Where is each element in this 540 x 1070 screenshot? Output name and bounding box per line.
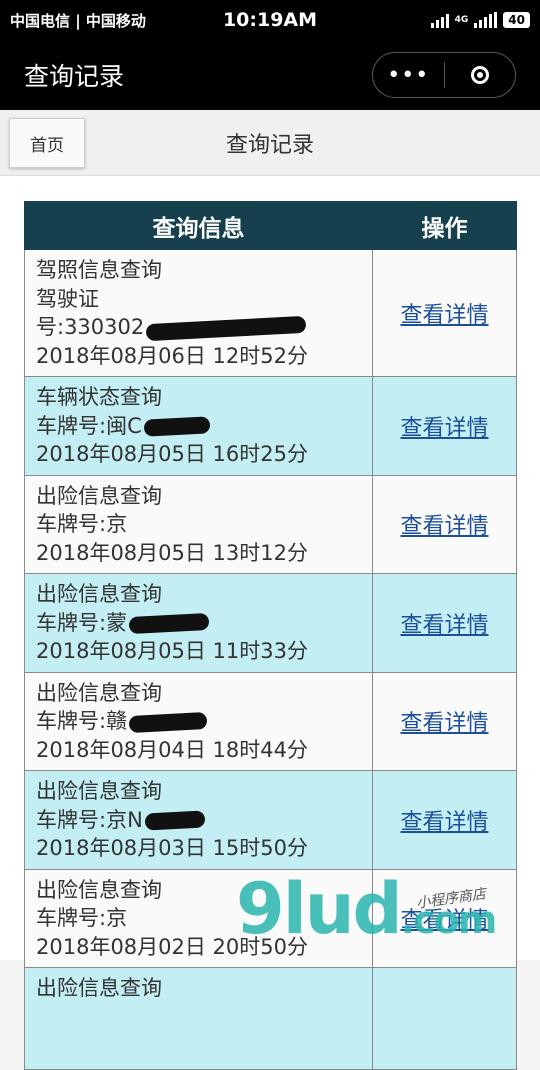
signal-icon-2: [474, 12, 498, 28]
query-type: 驾照信息查询: [36, 258, 162, 282]
page-header: 首页 查询记录: [0, 110, 540, 176]
query-time: 2018年08月05日 16时25分: [36, 442, 309, 466]
query-type: 出险信息查询: [36, 976, 162, 1000]
query-subject: 车牌号:赣: [36, 707, 362, 736]
table-row: 出险信息查询 车牌号:京N 2018年08月03日 15时50分 查看详情: [24, 770, 517, 870]
query-time: 2018年08月05日 11时33分: [36, 639, 309, 663]
redaction-scribble: [128, 612, 210, 635]
view-details-link[interactable]: 查看详情: [400, 514, 488, 539]
query-type: 车辆状态查询: [36, 385, 162, 409]
nav-bar: 查询记录 •••: [0, 40, 540, 110]
status-icons: 4G 40: [430, 12, 530, 28]
ellipsis-icon[interactable]: •••: [373, 63, 444, 88]
query-info-cell: 出险信息查询: [24, 967, 373, 1070]
action-cell: [372, 967, 517, 1070]
content-area: 查询信息 操作 驾照信息查询 驾驶证 号:330302 2018年08月06日 …: [0, 176, 540, 1070]
table-row: 车辆状态查询 车牌号:闽C 2018年08月05日 16时25分 查看详情: [24, 376, 517, 476]
view-details-link[interactable]: 查看详情: [400, 613, 488, 638]
query-time: 2018年08月05日 13时12分: [36, 540, 309, 565]
query-type: 出险信息查询: [36, 582, 162, 606]
query-subject: 车牌号:闽C: [36, 412, 362, 441]
view-details-link[interactable]: 查看详情: [400, 416, 488, 441]
status-bar: 中国电信 | 中国移动 10:19AM 4G 40: [0, 0, 540, 40]
redaction-scribble: [143, 416, 211, 437]
query-type: 出险信息查询: [36, 680, 162, 705]
query-info-cell: 驾照信息查询 驾驶证 号:330302 2018年08月06日 12时52分: [24, 249, 373, 377]
view-details-link[interactable]: 查看详情: [400, 711, 488, 736]
redaction-scribble: [128, 711, 208, 733]
signal-icon: [430, 12, 449, 28]
query-info-cell: 出险信息查询 车牌号:京 2018年08月05日 13时12分: [24, 474, 373, 574]
redaction-scribble: [145, 315, 307, 341]
column-header-info: 查询信息: [24, 201, 373, 250]
query-info-cell: 出险信息查询 车牌号:赣 2018年08月04日 18时44分: [24, 671, 373, 771]
nav-title: 查询记录: [24, 62, 125, 91]
view-details-link[interactable]: 查看详情: [400, 303, 488, 328]
column-header-action: 操作: [372, 201, 517, 250]
query-type: 出险信息查询: [36, 483, 162, 508]
query-type: 出险信息查询: [36, 779, 162, 803]
redaction-scribble: [144, 810, 206, 831]
query-subject: 车牌号:京N: [36, 806, 362, 835]
query-subject: 车牌号:京: [36, 512, 128, 536]
site-watermark: 9lud.com: [236, 868, 497, 950]
query-subject: 驾驶证: [36, 286, 99, 311]
query-info-cell: 车辆状态查询 车牌号:闽C 2018年08月05日 16时25分: [24, 376, 373, 476]
carrier-label: 中国电信 | 中国移动: [10, 11, 146, 30]
query-time: 2018年08月06日 12时52分: [36, 343, 309, 368]
query-time: 2018年08月03日 15时50分: [36, 836, 309, 860]
home-button[interactable]: 首页: [9, 118, 85, 168]
action-cell: 查看详情: [372, 474, 517, 574]
query-time: 2018年08月04日 18时44分: [36, 737, 309, 762]
action-cell: 查看详情: [372, 249, 517, 377]
miniprogram-capsule: •••: [372, 52, 516, 98]
table-header-row: 查询信息 操作: [24, 201, 517, 250]
network-label: 4G: [454, 15, 469, 25]
action-cell: 查看详情: [372, 376, 517, 476]
table-row: 驾照信息查询 驾驶证 号:330302 2018年08月06日 12时52分 查…: [24, 249, 517, 377]
table-row: 出险信息查询 车牌号:京 2018年08月05日 13时12分 查看详情: [24, 474, 517, 574]
query-subject-number: 号:330302: [36, 313, 362, 342]
table-row: 出险信息查询 车牌号:赣 2018年08月04日 18时44分 查看详情: [24, 671, 517, 771]
view-details-link[interactable]: 查看详情: [400, 810, 488, 835]
query-info-cell: 出险信息查询 车牌号:京N 2018年08月03日 15时50分: [24, 770, 373, 870]
battery-icon: 40: [503, 12, 530, 28]
query-subject: 车牌号:蒙: [36, 609, 362, 638]
action-cell: 查看详情: [372, 573, 517, 673]
table-row: 出险信息查询: [24, 967, 517, 1070]
close-target-icon[interactable]: [445, 66, 516, 84]
query-info-cell: 出险信息查询 车牌号:蒙 2018年08月05日 11时33分: [24, 573, 373, 673]
action-cell: 查看详情: [372, 671, 517, 771]
table-row: 出险信息查询 车牌号:蒙 2018年08月05日 11时33分 查看详情: [24, 573, 517, 673]
action-cell: 查看详情: [372, 770, 517, 870]
